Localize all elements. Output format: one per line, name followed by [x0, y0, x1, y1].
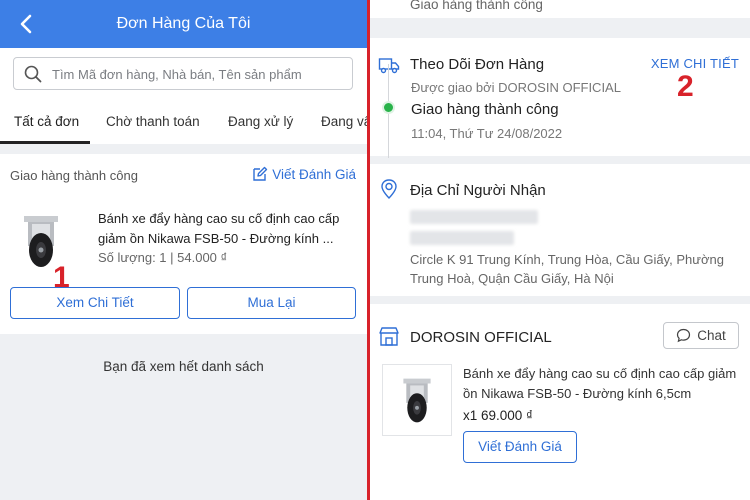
- delivered-by-text: Được giao bởi DOROSIN OFFICIAL: [411, 80, 621, 95]
- order-detail-panel: Giao hàng thành công Theo Dõi Đơn Hàng X…: [370, 0, 750, 500]
- redacted-recipient-name: [410, 210, 538, 224]
- write-review-link[interactable]: Viết Đánh Giá: [252, 166, 356, 182]
- search-input[interactable]: [52, 64, 342, 84]
- annotation-marker-1: 1: [53, 261, 70, 294]
- tracking-title: Theo Dõi Đơn Hàng: [410, 56, 545, 73]
- caster-wheel-image: [382, 364, 452, 436]
- recipient-address-section: Địa Chỉ Người Nhận Circle K 91 Trung Kín…: [370, 164, 750, 296]
- address-title: Địa Chỉ Người Nhận: [410, 182, 546, 199]
- my-orders-panel: Đơn Hàng Của Tôi Tất cả đơn Chờ thanh to…: [0, 0, 367, 500]
- shop-name[interactable]: DOROSIN OFFICIAL: [410, 329, 552, 346]
- edit-icon: [253, 166, 268, 181]
- delivery-status: Giao hàng thành công: [411, 101, 559, 118]
- view-detail-link[interactable]: XEM CHI TIẾT: [651, 56, 739, 71]
- address-line-2: Trung Hoà, Quận Cầu Giấy, Hà Nội: [410, 271, 614, 286]
- previous-status-text: Giao hàng thành công: [410, 0, 543, 12]
- chat-bubble-icon: [677, 328, 691, 343]
- annotation-marker-2: 2: [677, 70, 694, 103]
- truck-icon: [378, 58, 400, 74]
- location-pin-icon: [381, 179, 397, 199]
- write-review-label: Viết Đánh Giá: [272, 166, 356, 182]
- search-icon: [24, 65, 42, 83]
- chat-label: Chat: [697, 328, 726, 343]
- page-title: Đơn Hàng Của Tôi: [116, 15, 251, 32]
- order-card: Giao hàng thành công Viết Đánh Giá Bánh …: [0, 154, 367, 334]
- tab-all-orders[interactable]: Tất cả đơn: [14, 114, 79, 129]
- tab-shipping[interactable]: Đang vậ: [321, 114, 367, 129]
- top-app-bar: Đơn Hàng Của Tôi: [0, 0, 367, 48]
- previous-status-section: Giao hàng thành công: [370, 0, 750, 18]
- delivery-time: 11:04, Thứ Tư 24/08/2022: [411, 126, 563, 141]
- active-tab-indicator: [0, 141, 90, 144]
- order-status: Giao hàng thành công: [10, 168, 138, 183]
- product-quantity-price: Số lượng: 1 | 54.000 ₫: [98, 250, 228, 265]
- buy-again-button[interactable]: Mua Lại: [187, 287, 356, 319]
- tab-processing[interactable]: Đang xử lý: [228, 114, 293, 129]
- shop-icon: [379, 327, 399, 346]
- end-of-list-note: Bạn đã xem hết danh sách: [103, 359, 264, 374]
- redacted-phone-number: [410, 231, 514, 245]
- delivered-status-dot: [382, 101, 395, 114]
- order-tabs: Tất cả đơn Chờ thanh toán Đang xử lý Đan…: [0, 100, 367, 144]
- product-name[interactable]: Bánh xe đẩy hàng cao su cố định cao cấp …: [98, 209, 360, 249]
- address-line-1: Circle K 91 Trung Kính, Trung Hòa, Cầu G…: [410, 252, 724, 267]
- ordered-product-name[interactable]: Bánh xe đẩy hàng cao su cố định cao cấp …: [463, 364, 743, 404]
- tab-awaiting-payment[interactable]: Chờ thanh toán: [106, 114, 200, 129]
- search-bar: [0, 48, 367, 100]
- write-review-button[interactable]: Viết Đánh Giá: [463, 431, 577, 463]
- search-box[interactable]: [13, 57, 353, 90]
- chat-button[interactable]: Chat: [663, 322, 739, 349]
- view-details-button[interactable]: Xem Chi Tiết: [10, 287, 180, 319]
- ordered-quantity-price: x1 69.000 ₫: [463, 408, 533, 423]
